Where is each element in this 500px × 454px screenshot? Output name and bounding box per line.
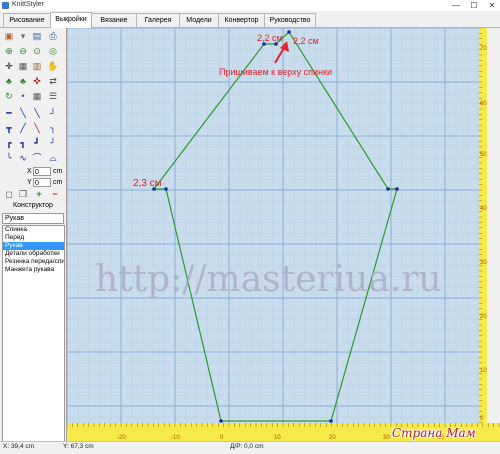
- select-icon[interactable]: ◻: [3, 188, 15, 200]
- remove-icon[interactable]: −: [49, 188, 61, 200]
- app-icon: [2, 2, 9, 9]
- save-icon[interactable]: ▤: [31, 30, 43, 42]
- status-length: Д/Р: 0,0 cm: [230, 443, 264, 450]
- zoom-fit-icon[interactable]: ⊙: [31, 45, 43, 57]
- crosshair-icon[interactable]: ✛: [3, 60, 15, 72]
- diagonal-cut-icon[interactable]: ╲: [31, 107, 43, 119]
- drawing-canvas[interactable]: 70 60 50 40 30 20 10 0 2,3 см 2,2 см 2,2…: [67, 28, 487, 423]
- ruler-label: 30: [480, 260, 487, 266]
- step-tool-icon[interactable]: ┏: [3, 137, 15, 149]
- minimize-button[interactable]: —: [448, 0, 464, 11]
- list-item[interactable]: Детали обработки: [3, 250, 64, 258]
- arc-tool-icon[interactable]: ╯: [47, 137, 59, 149]
- y-input[interactable]: 0: [33, 178, 51, 187]
- copy-icon[interactable]: ❐: [17, 188, 29, 200]
- constructor-select[interactable]: Рукав: [2, 213, 64, 224]
- status-x: X: 39,4 cm: [3, 443, 35, 450]
- grid-icon[interactable]: ▦: [17, 60, 29, 72]
- site-logo: Страна Мам: [392, 426, 476, 440]
- close-button[interactable]: ✕: [484, 0, 500, 11]
- point-icon[interactable]: •: [17, 90, 29, 102]
- table-icon[interactable]: ▦: [31, 90, 43, 102]
- align-tool-icon[interactable]: ┳: [3, 122, 15, 134]
- dimension-label-top-right: 2,2 см: [293, 36, 319, 46]
- wave-tool-icon[interactable]: ∿: [17, 152, 29, 164]
- zoom-out-icon[interactable]: ⊖: [17, 45, 29, 57]
- piece-icon[interactable]: ♣: [3, 75, 15, 87]
- tab-models[interactable]: Модели: [179, 13, 219, 27]
- constructor-title: Конструктор: [13, 202, 53, 209]
- status-y: Y: 67,3 cm: [63, 443, 94, 450]
- vertex-point[interactable]: [395, 187, 399, 191]
- watermark-text: http://masteriua.ru: [95, 259, 442, 300]
- dimension-label-top: 2,2 см: [257, 33, 283, 43]
- open-folder-icon[interactable]: ▣: [3, 30, 15, 42]
- corner-tool-icon[interactable]: ┘: [47, 107, 59, 119]
- grid: [67, 28, 487, 423]
- zoom-in-icon[interactable]: ⊕: [3, 45, 15, 57]
- list-item-selected[interactable]: Рукав: [3, 242, 64, 250]
- tab-converter[interactable]: Конвертор: [218, 13, 265, 27]
- y-label: Y: [27, 179, 32, 186]
- pattern-list: Спинка Перед Рукав Детали обработки Рези…: [2, 225, 65, 449]
- diagonal-tool-icon[interactable]: ╲: [17, 107, 29, 119]
- curve-tool-icon[interactable]: ╮: [47, 122, 59, 134]
- annotation-note: Пришиваем к верху спинки: [219, 67, 332, 77]
- ruler-label: 60: [480, 101, 487, 107]
- zoom-page-icon[interactable]: ◎: [47, 45, 59, 57]
- status-bar: X: 39,4 cm Y: 67,3 cm Д/Р: 0,0 cm: [0, 441, 500, 454]
- tab-manual[interactable]: Руководство: [264, 13, 316, 27]
- tab-patterns[interactable]: Выкройки: [50, 12, 92, 28]
- list-item[interactable]: Резинка переда/спин: [3, 258, 64, 266]
- print-icon[interactable]: ⎙: [47, 30, 59, 42]
- x-unit: cm: [53, 168, 63, 175]
- vertex-point[interactable]: [164, 187, 168, 191]
- join-tool-icon[interactable]: ┛: [31, 137, 43, 149]
- step-down-icon[interactable]: ┓: [17, 137, 29, 149]
- bend-tool-icon[interactable]: ╰: [3, 152, 15, 164]
- hand-icon[interactable]: ✋: [47, 60, 59, 72]
- ruler-label: 10: [480, 368, 487, 374]
- main-tabs: Рисование Выкройки Вязание Галерея Модел…: [0, 11, 500, 28]
- dimension-label-left: 2,3 см: [133, 178, 162, 189]
- tab-knitting[interactable]: Вязание: [91, 13, 137, 27]
- left-panel: ▣ ▾ ▤ ⎙ ⊕ ⊖ ⊙ ◎ ✛ ▦ ▥ ✋ ♣ ♣ ✜ ⇄ ↻ • ▦ ☰ …: [0, 28, 67, 453]
- slope-cut-icon[interactable]: ╲: [31, 122, 43, 134]
- x-label: X: [27, 168, 32, 175]
- dropdown-icon[interactable]: ▾: [17, 30, 29, 42]
- list-item[interactable]: Перед: [3, 234, 64, 242]
- piece-rotate-icon[interactable]: ✜: [31, 75, 43, 87]
- slope-tool-icon[interactable]: ╱: [17, 122, 29, 134]
- list-icon[interactable]: ☰: [47, 90, 59, 102]
- add-icon[interactable]: +: [33, 188, 45, 200]
- notch-tool-icon[interactable]: ⌒: [31, 152, 43, 164]
- line-tool-icon[interactable]: ━: [3, 107, 15, 119]
- tab-drawing[interactable]: Рисование: [3, 13, 51, 27]
- title-bar: KnittStyler — ☐ ✕: [0, 0, 500, 11]
- ruler-icon[interactable]: ▥: [31, 60, 43, 72]
- tab-gallery[interactable]: Галерея: [136, 13, 180, 27]
- window-title: KnittStyler: [12, 1, 44, 8]
- rotate-icon[interactable]: ↻: [3, 90, 15, 102]
- list-item[interactable]: Манжета рукава: [3, 266, 64, 274]
- vertex-point[interactable]: [287, 30, 291, 34]
- vertex-point[interactable]: [386, 187, 390, 191]
- ruler-label: 20: [480, 314, 487, 320]
- hem-tool-icon[interactable]: ⌓: [47, 152, 59, 164]
- x-input[interactable]: 0: [33, 167, 51, 176]
- ruler-label: 50: [480, 152, 487, 158]
- y-unit: cm: [53, 179, 63, 186]
- maximize-button[interactable]: ☐: [466, 0, 482, 11]
- piece-copy-icon[interactable]: ♣: [17, 75, 29, 87]
- ruler-label: 70: [480, 46, 487, 52]
- piece-mirror-icon[interactable]: ⇄: [47, 75, 59, 87]
- list-item[interactable]: Спинка: [3, 226, 64, 234]
- ruler-label: 40: [480, 206, 487, 212]
